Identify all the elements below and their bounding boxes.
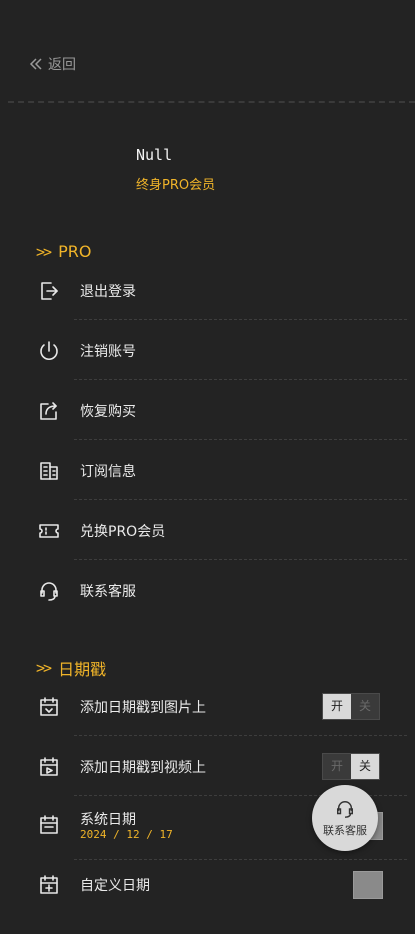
back-button[interactable]: 返回 bbox=[28, 54, 76, 74]
section-pro-title: PRO bbox=[58, 242, 92, 261]
date-on-video-label: 添加日期戳到视频上 bbox=[80, 760, 206, 776]
double-chevron-right-icon: >> bbox=[36, 659, 52, 677]
divider bbox=[74, 559, 407, 560]
headset-icon bbox=[337, 800, 353, 818]
header-divider bbox=[8, 101, 415, 103]
toggle-off-option[interactable]: 关 bbox=[351, 694, 379, 719]
double-chevron-left-icon bbox=[29, 58, 42, 70]
subscription-info-item[interactable]: 订阅信息 bbox=[0, 460, 415, 520]
delete-account-label: 注销账号 bbox=[80, 344, 136, 360]
logout-label: 退出登录 bbox=[80, 284, 136, 300]
date-on-photo-item: 添加日期戳到图片上 开 关 bbox=[0, 693, 415, 756]
calendar-add-icon bbox=[38, 874, 60, 896]
contact-support-fab[interactable]: 联系客服 bbox=[312, 785, 378, 851]
date-on-photo-label: 添加日期戳到图片上 bbox=[80, 700, 206, 716]
double-chevron-right-icon: >> bbox=[36, 242, 52, 261]
divider bbox=[74, 499, 407, 500]
restore-icon bbox=[38, 400, 60, 422]
restore-purchase-item[interactable]: 恢复购买 bbox=[0, 400, 415, 460]
divider bbox=[74, 379, 407, 380]
system-date-label: 系统日期 bbox=[80, 812, 136, 828]
subscription-info-icon bbox=[38, 460, 60, 482]
divider bbox=[74, 439, 407, 440]
redeem-pro-label: 兑换PRO会员 bbox=[80, 524, 166, 540]
contact-support-fab-label: 联系客服 bbox=[323, 823, 367, 837]
user-name: Null bbox=[136, 146, 173, 164]
custom-date-label: 自定义日期 bbox=[80, 878, 150, 894]
redeem-pro-item[interactable]: 兑换PRO会员 bbox=[0, 520, 415, 580]
date-on-video-toggle[interactable]: 开 关 bbox=[322, 753, 380, 780]
toggle-on-option[interactable]: 开 bbox=[323, 754, 351, 779]
logout-item[interactable]: 退出登录 bbox=[0, 280, 415, 340]
power-icon bbox=[38, 340, 60, 362]
logout-icon bbox=[38, 280, 60, 302]
restore-purchase-label: 恢复购买 bbox=[80, 404, 136, 420]
system-date-value: 2024 / 12 / 17 bbox=[80, 828, 173, 841]
membership-status: 终身PRO会员 bbox=[136, 178, 216, 193]
contact-support-label: 联系客服 bbox=[80, 584, 136, 600]
custom-date-checkbox[interactable] bbox=[353, 871, 383, 899]
subscription-info-label: 订阅信息 bbox=[80, 464, 136, 480]
calendar-icon bbox=[38, 814, 60, 836]
divider bbox=[74, 859, 407, 860]
calendar-image-icon bbox=[38, 696, 60, 718]
section-date-header: >> 日期戳 bbox=[36, 656, 106, 680]
section-date-title: 日期戳 bbox=[58, 660, 107, 679]
divider bbox=[74, 735, 407, 736]
date-on-photo-toggle[interactable]: 开 关 bbox=[322, 693, 380, 720]
section-pro-header: >> PRO bbox=[36, 242, 91, 261]
contact-support-item[interactable]: 联系客服 bbox=[0, 580, 415, 640]
divider bbox=[74, 319, 407, 320]
ticket-icon bbox=[38, 520, 60, 542]
delete-account-item[interactable]: 注销账号 bbox=[0, 340, 415, 400]
calendar-video-icon bbox=[38, 756, 60, 778]
back-label: 返回 bbox=[48, 57, 76, 73]
custom-date-item[interactable]: 自定义日期 bbox=[0, 871, 415, 934]
toggle-off-option[interactable]: 关 bbox=[351, 754, 379, 779]
headset-icon bbox=[38, 580, 60, 602]
toggle-on-option[interactable]: 开 bbox=[323, 694, 351, 719]
